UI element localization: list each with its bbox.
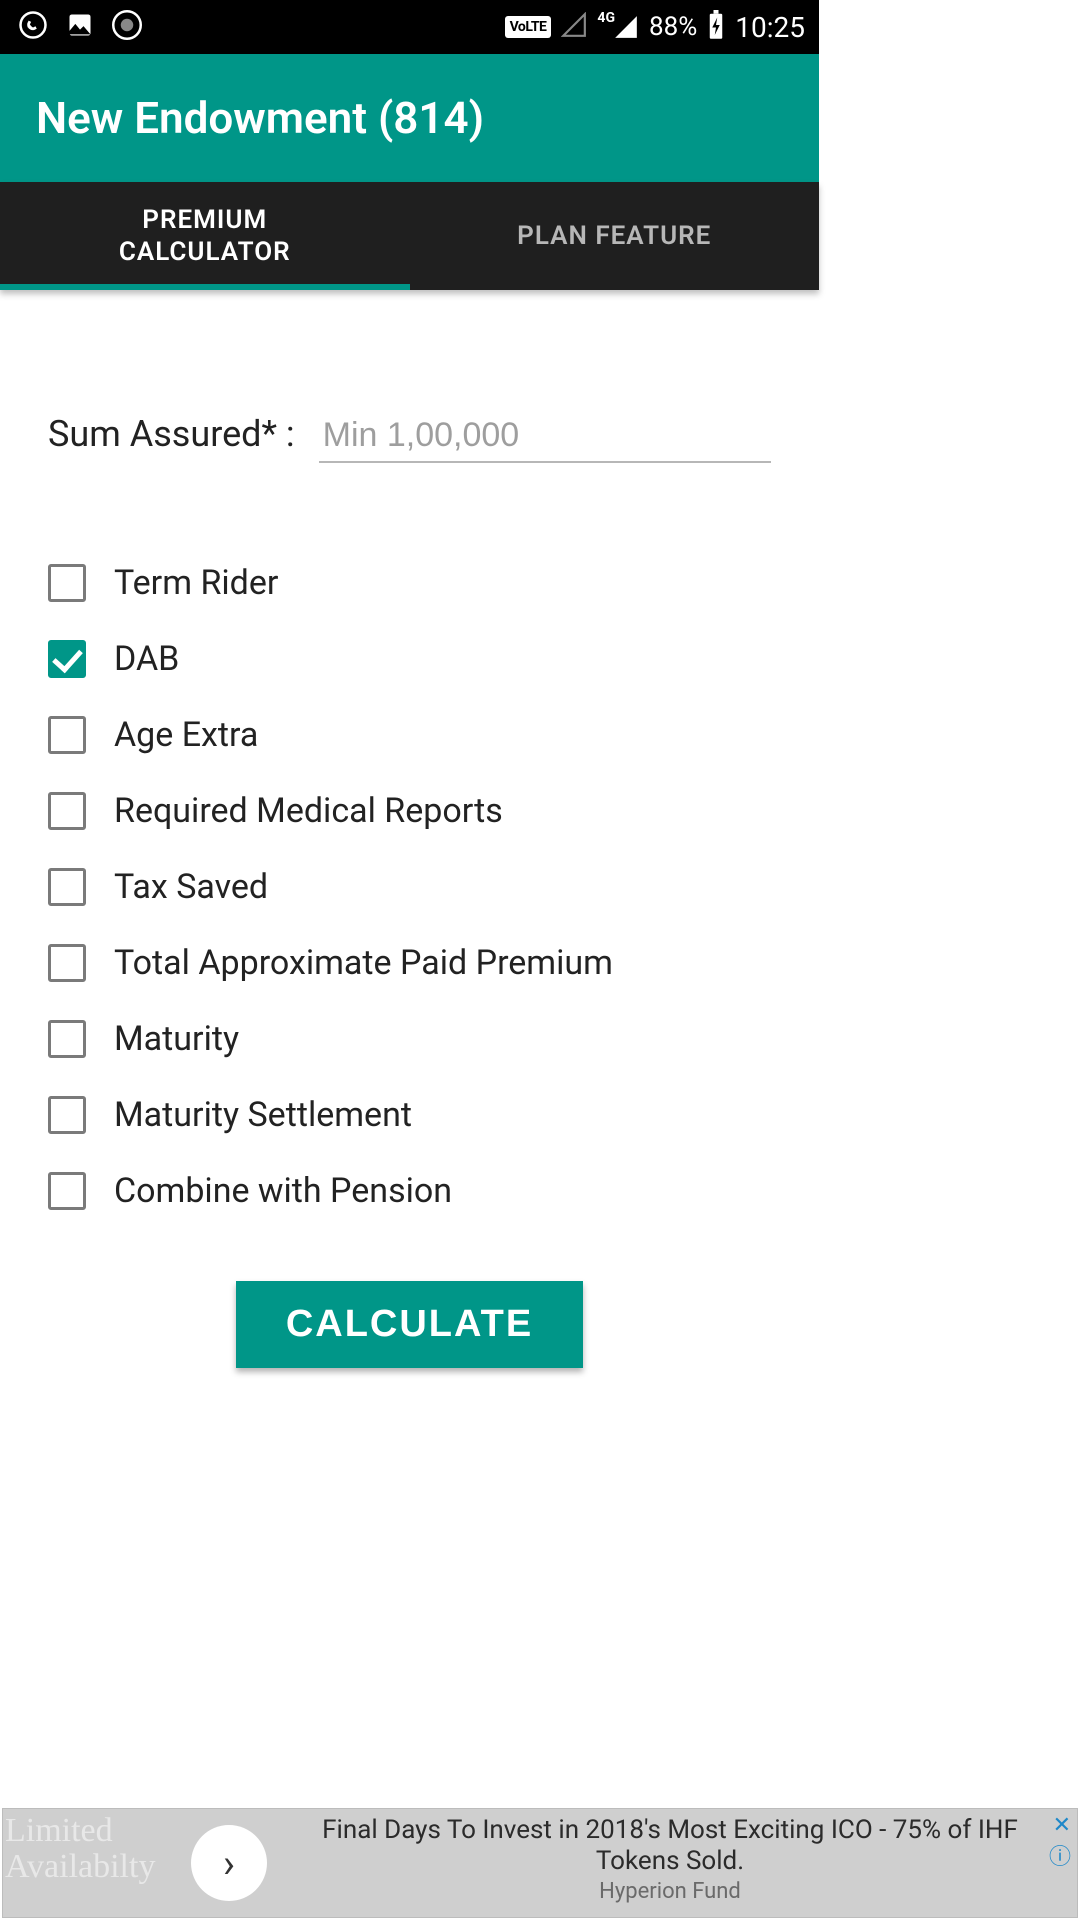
options-list: Term Rider DAB Age Extra Required Medica… [48, 563, 771, 1211]
ad-close-icon[interactable]: ✕ [1053, 1813, 1071, 1838]
ad-headline: Final Days To Invest in 2018's Most Exci… [303, 1815, 1037, 1877]
ad-info-icon[interactable]: ⓘ [1049, 1839, 1071, 1871]
ad-banner[interactable]: Limited Availabilty › Final Days To Inve… [2, 1808, 1078, 1918]
tab-premium-calculator[interactable]: PREMIUM CALCULATOR [0, 182, 410, 290]
sum-assured-label: Sum Assured* : [48, 413, 295, 455]
option-label: Total Approximate Paid Premium [114, 943, 613, 983]
option-label: Maturity Settlement [114, 1095, 412, 1135]
tab-plan-feature[interactable]: PLAN FEATURE [410, 182, 820, 290]
signal-full-icon: 4G [597, 14, 639, 40]
volte-badge: VoLTE [505, 16, 552, 38]
option-label: Tax Saved [114, 867, 268, 907]
ad-arrow-button[interactable]: › [191, 1825, 267, 1901]
checkbox-icon [48, 868, 86, 906]
option-label: Required Medical Reports [114, 791, 503, 831]
option-label: Term Rider [114, 563, 278, 603]
option-dab[interactable]: DAB [48, 639, 771, 679]
option-combine-with-pension[interactable]: Combine with Pension [48, 1171, 771, 1211]
option-label: Maturity [114, 1019, 239, 1059]
checkbox-icon [48, 1096, 86, 1134]
status-bar: VoLTE 4G 88% 10:25 [0, 0, 819, 54]
option-age-extra[interactable]: Age Extra [48, 715, 771, 755]
option-term-rider[interactable]: Term Rider [48, 563, 771, 603]
option-maturity[interactable]: Maturity [48, 1019, 771, 1059]
chevron-right-icon: › [223, 1840, 235, 1887]
tab-bar: PREMIUM CALCULATOR PLAN FEATURE [0, 182, 819, 290]
form-area: Sum Assured* : Term Rider DAB Age Extra … [0, 290, 819, 1368]
tab-label: PREMIUM CALCULATOR [119, 204, 291, 269]
checkbox-icon [48, 944, 86, 982]
page-title: New Endowment (814) [36, 92, 484, 144]
ad-limited-text: Limited Availabilty [5, 1813, 155, 1884]
ad-main: Final Days To Invest in 2018's Most Exci… [303, 1815, 1037, 1904]
option-label: Age Extra [114, 715, 258, 755]
ad-subtext: Hyperion Fund [303, 1879, 1037, 1904]
option-label: DAB [114, 639, 179, 679]
tab-label: PLAN FEATURE [517, 220, 711, 253]
option-label: Combine with Pension [114, 1171, 452, 1211]
sum-assured-input[interactable] [319, 410, 771, 463]
checkbox-checked-icon [48, 640, 86, 678]
app-bar: New Endowment (814) [0, 54, 819, 182]
status-clock: 10:25 [735, 11, 811, 44]
whatsapp-icon [18, 10, 48, 44]
photo-icon [66, 11, 94, 43]
option-tax-saved[interactable]: Tax Saved [48, 867, 771, 907]
checkbox-icon [48, 716, 86, 754]
checkbox-icon [48, 1020, 86, 1058]
record-icon [112, 10, 142, 44]
checkbox-icon [48, 792, 86, 830]
battery-level: 88% [649, 12, 697, 42]
signal-empty-icon [561, 12, 587, 42]
checkbox-icon [48, 564, 86, 602]
option-maturity-settlement[interactable]: Maturity Settlement [48, 1095, 771, 1135]
option-required-medical-reports[interactable]: Required Medical Reports [48, 791, 771, 831]
checkbox-icon [48, 1172, 86, 1210]
option-total-approximate-paid-premium[interactable]: Total Approximate Paid Premium [48, 943, 771, 983]
calculate-button[interactable]: CALCULATE [236, 1281, 583, 1368]
battery-charging-icon [707, 10, 725, 44]
sum-assured-row: Sum Assured* : [48, 410, 771, 463]
